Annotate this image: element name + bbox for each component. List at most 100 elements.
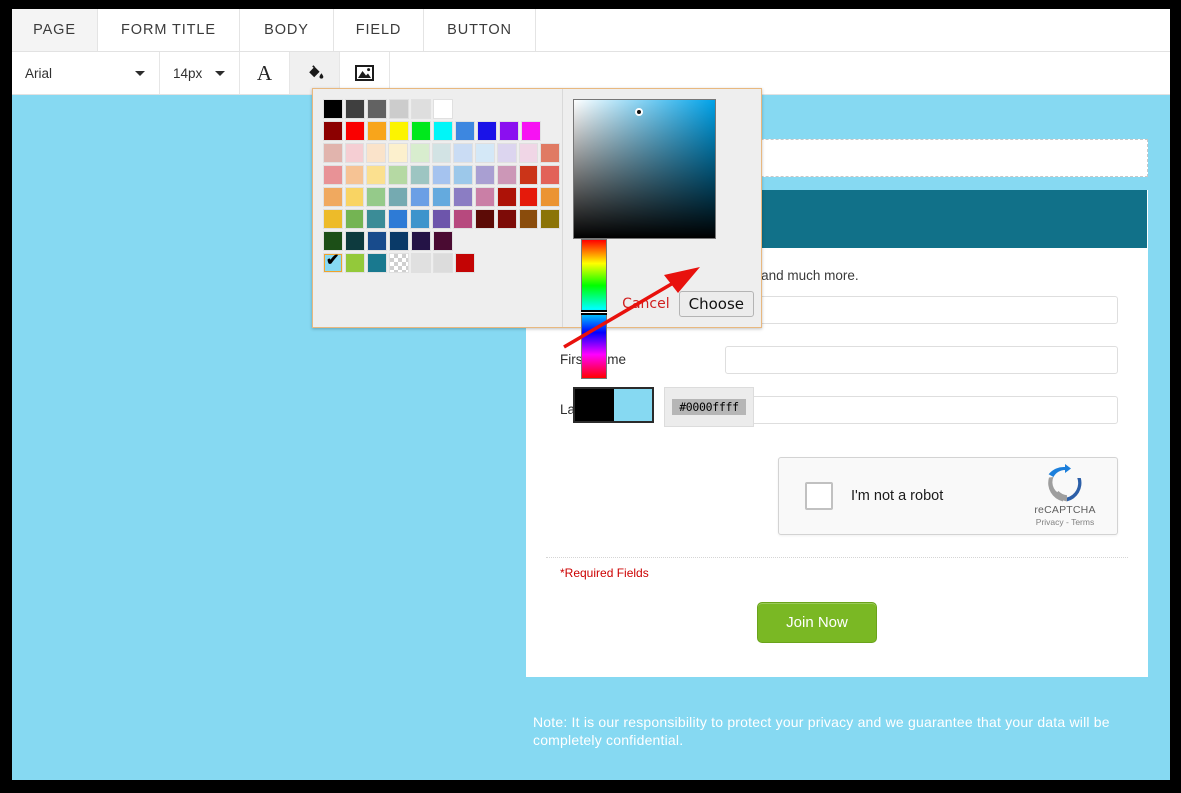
saturation-cursor[interactable]	[635, 108, 643, 116]
color-swatch[interactable]	[366, 187, 387, 207]
color-swatch[interactable]	[540, 187, 561, 207]
color-swatch[interactable]	[344, 165, 365, 185]
color-swatch[interactable]	[455, 121, 475, 141]
recaptcha-logo-icon	[1048, 464, 1082, 502]
color-swatch[interactable]	[455, 253, 475, 273]
color-swatch[interactable]	[323, 143, 343, 163]
font-size-select[interactable]: 14px	[160, 52, 240, 94]
recaptcha-brand: reCAPTCHA Privacy - Terms	[1017, 464, 1113, 527]
color-swatch[interactable]	[344, 143, 365, 163]
color-swatch[interactable]	[366, 209, 387, 229]
color-swatch[interactable]	[431, 187, 452, 207]
color-swatch[interactable]	[409, 165, 430, 185]
color-swatch[interactable]	[475, 187, 495, 207]
color-swatch[interactable]	[366, 143, 387, 163]
color-swatch[interactable]	[409, 209, 430, 229]
color-swatch[interactable]	[518, 165, 539, 185]
color-swatch[interactable]	[323, 165, 343, 185]
color-swatch[interactable]	[540, 165, 561, 185]
color-swatch[interactable]	[389, 231, 409, 251]
color-swatch[interactable]	[453, 165, 474, 185]
color-swatch[interactable]	[388, 143, 408, 163]
tab-field[interactable]: FIELD	[334, 9, 424, 51]
color-swatch[interactable]	[389, 253, 409, 273]
recaptcha-terms[interactable]: Privacy - Terms	[1017, 517, 1113, 527]
color-swatch[interactable]	[431, 209, 452, 229]
color-swatch[interactable]	[388, 209, 408, 229]
color-swatch[interactable]	[518, 209, 539, 229]
color-swatch[interactable]	[367, 253, 387, 273]
color-swatch[interactable]	[433, 121, 453, 141]
color-swatch[interactable]	[389, 99, 409, 119]
color-swatch[interactable]	[411, 231, 431, 251]
color-swatch[interactable]	[367, 99, 387, 119]
color-swatch[interactable]	[475, 209, 495, 229]
hue-slider-thumb[interactable]	[581, 310, 607, 315]
color-picker-controls: Cancel Choose	[563, 89, 762, 427]
color-swatch[interactable]	[345, 99, 365, 119]
tab-form-title[interactable]: FORM TITLE	[98, 9, 240, 51]
color-swatch[interactable]	[540, 143, 561, 163]
first-name-field[interactable]	[725, 345, 1118, 374]
color-swatch[interactable]	[345, 253, 365, 273]
hex-color-input[interactable]	[672, 399, 746, 415]
choose-button[interactable]: Choose	[678, 291, 754, 317]
color-swatch[interactable]	[453, 143, 474, 163]
email-field[interactable]	[725, 295, 1118, 324]
color-swatch[interactable]	[433, 253, 453, 273]
tab-button[interactable]: BUTTON	[424, 9, 536, 51]
color-swatch[interactable]	[323, 121, 343, 141]
saturation-value-box[interactable]	[573, 99, 716, 239]
recaptcha-widget[interactable]: I'm not a robot reCAPTCHA Privacy - Term…	[778, 456, 1118, 535]
color-swatch[interactable]	[409, 143, 430, 163]
color-swatch[interactable]	[540, 209, 561, 229]
color-swatch[interactable]	[344, 209, 365, 229]
color-swatch[interactable]	[518, 187, 539, 207]
color-swatch[interactable]	[496, 165, 517, 185]
color-swatch[interactable]: ✔	[323, 252, 343, 273]
color-swatch[interactable]	[345, 231, 365, 251]
color-swatch[interactable]	[388, 165, 408, 185]
font-family-select[interactable]: Arial	[12, 52, 160, 94]
color-swatch[interactable]	[499, 121, 519, 141]
color-swatch[interactable]	[477, 121, 497, 141]
join-now-button[interactable]: Join Now	[757, 601, 877, 643]
color-swatch[interactable]	[496, 209, 517, 229]
color-swatch[interactable]	[411, 253, 431, 273]
color-swatch[interactable]	[475, 165, 495, 185]
tab-body[interactable]: BODY	[240, 9, 334, 51]
color-swatch[interactable]	[521, 121, 541, 141]
color-swatch[interactable]	[409, 187, 430, 207]
color-swatch[interactable]	[411, 121, 431, 141]
color-swatch[interactable]	[388, 187, 408, 207]
color-swatch[interactable]	[453, 187, 474, 207]
color-swatch[interactable]	[323, 231, 343, 251]
color-swatch[interactable]	[344, 187, 365, 207]
cancel-button[interactable]: Cancel	[622, 296, 669, 312]
color-swatch[interactable]	[345, 121, 365, 141]
color-swatch[interactable]	[431, 165, 452, 185]
color-swatch[interactable]	[367, 121, 387, 141]
last-name-field[interactable]	[725, 395, 1118, 424]
color-swatch[interactable]	[323, 209, 343, 229]
tab-page[interactable]: PAGE	[12, 9, 98, 51]
text-color-button[interactable]: A	[240, 52, 290, 94]
color-swatch[interactable]	[433, 231, 453, 251]
color-swatch[interactable]	[431, 143, 452, 163]
color-swatch[interactable]	[518, 143, 539, 163]
color-swatch[interactable]	[453, 209, 474, 229]
color-swatch[interactable]	[366, 165, 387, 185]
color-swatch[interactable]	[411, 99, 431, 119]
color-swatch[interactable]	[496, 143, 517, 163]
color-swatch[interactable]	[323, 187, 343, 207]
color-swatch[interactable]	[496, 187, 517, 207]
color-swatch[interactable]	[475, 143, 495, 163]
recaptcha-checkbox[interactable]	[805, 481, 833, 510]
chevron-down-icon	[215, 71, 225, 76]
tab-button-label: BUTTON	[447, 22, 512, 38]
hue-slider[interactable]	[581, 239, 607, 379]
color-swatch[interactable]	[323, 99, 343, 119]
color-swatch[interactable]	[367, 231, 387, 251]
color-swatch[interactable]	[389, 121, 409, 141]
color-swatch[interactable]	[433, 99, 453, 119]
